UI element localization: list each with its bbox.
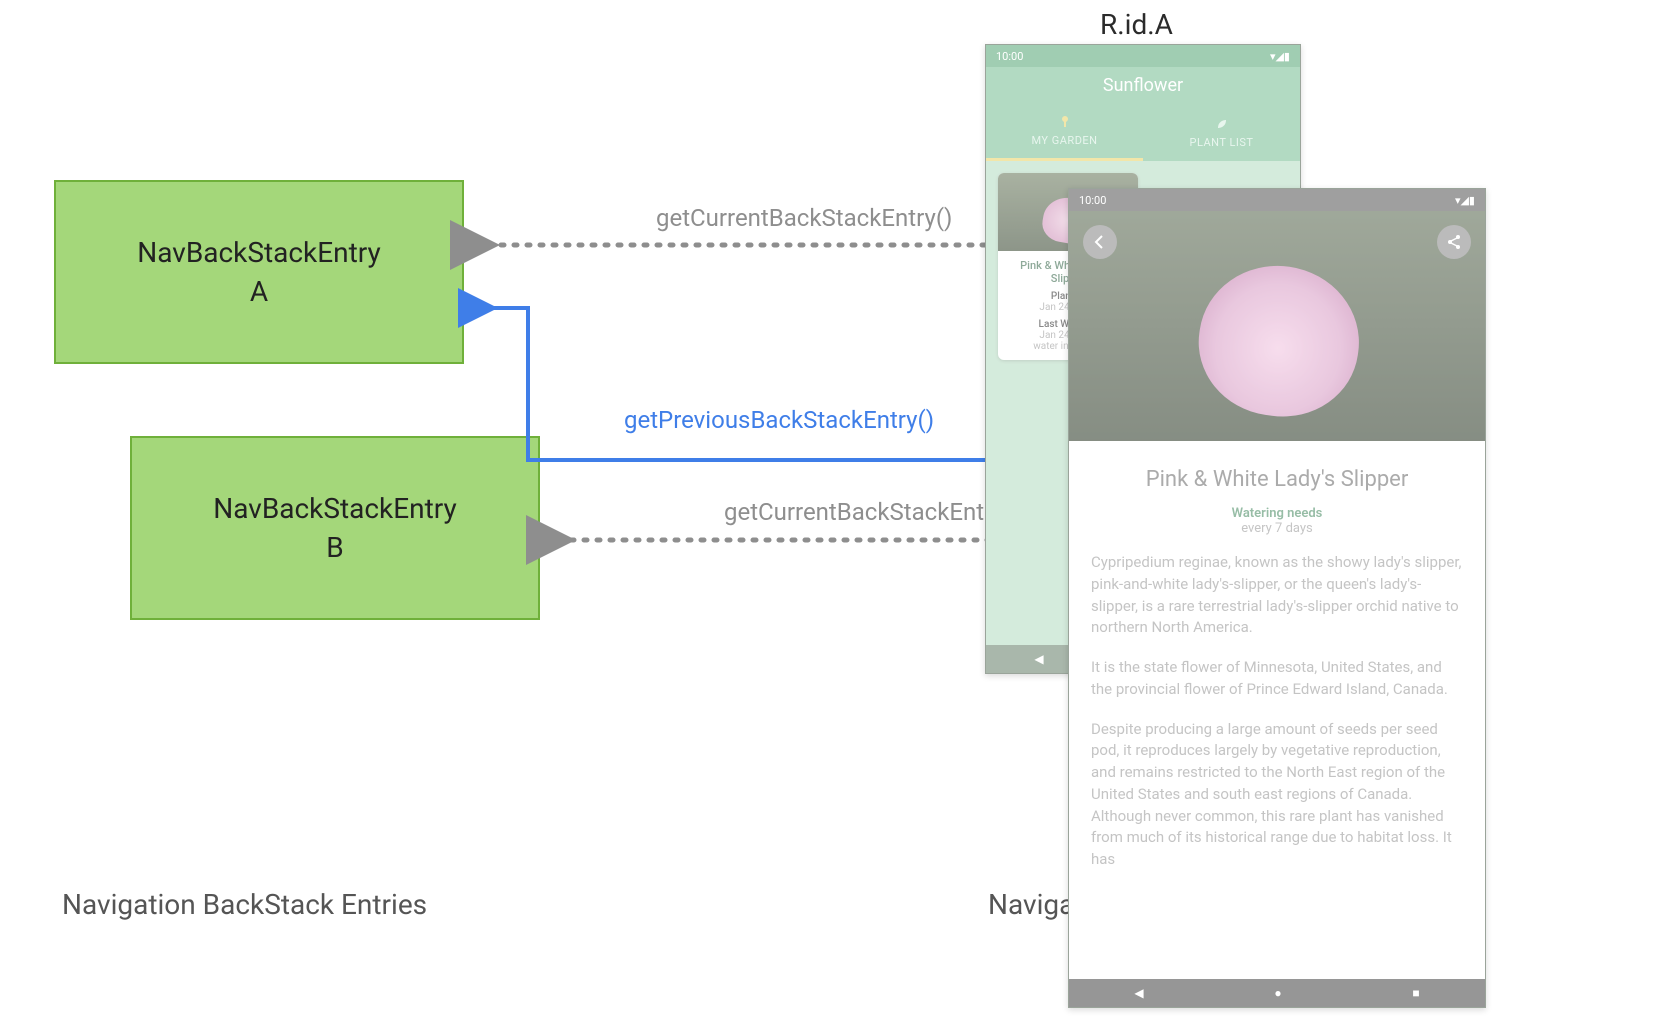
plant-hero-image [1069,211,1485,441]
flower-icon [1057,114,1073,130]
arrow-previous [490,308,1068,460]
leaf-icon [1214,116,1230,132]
entry-a-subtitle: A [250,272,268,311]
plant-description-p3: Despite producing a large amount of seed… [1091,719,1463,871]
entry-b-subtitle: B [326,528,343,567]
r-id-a-label: R.id.A [1100,8,1173,41]
plant-description-p2: It is the state flower of Minnesota, Uni… [1091,657,1463,701]
app-title: Sunflower [986,67,1300,103]
status-icons: ▾◢▮ [1455,194,1475,207]
get-previous-back-stack-entry-label: getPreviousBackStackEntry() [624,406,934,434]
back-button[interactable] [1083,225,1117,259]
nav-back-stack-entry-b: NavBackStackEntry B [130,436,540,620]
nav-back-icon[interactable]: ◀ [1034,652,1043,666]
entry-a-title: NavBackStackEntry [137,233,380,272]
tab-plant-list[interactable]: PLANT LIST [1143,103,1300,161]
nav-back-icon[interactable]: ◀ [1134,986,1143,1000]
status-bar: 10:00 ▾◢▮ [1069,189,1485,211]
entry-b-title: NavBackStackEntry [213,489,456,528]
watering-needs-value: every 7 days [1091,521,1463,536]
status-time: 10:00 [996,50,1023,63]
nav-recent-icon[interactable]: ■ [1412,986,1419,1000]
status-time: 10:00 [1079,194,1106,207]
tab-plant-list-label: PLANT LIST [1190,136,1254,149]
plant-description-p1: Cypripedium reginae, known as the showy … [1091,552,1463,639]
status-icons: ▾◢▮ [1270,50,1290,63]
plant-detail-title: Pink & White Lady's Slipper [1091,467,1463,492]
tab-my-garden[interactable]: MY GARDEN [986,103,1143,161]
nav-back-stack-entry-a: NavBackStackEntry A [54,180,464,364]
watering-needs-label: Watering needs [1091,506,1463,521]
system-navbar: ◀ ● ■ [1069,979,1485,1007]
get-current-back-stack-entry-b-label: getCurrentBackStackEntry() [724,498,1020,526]
tabs: MY GARDEN PLANT LIST [986,103,1300,161]
get-current-back-stack-entry-a-label: getCurrentBackStackEntry() [656,204,952,232]
phone-b-plant-detail-screen: 10:00 ▾◢▮ Pink & White Lady's Slipper Wa… [1068,188,1486,1008]
plant-detail-body: Pink & White Lady's Slipper Watering nee… [1069,441,1485,979]
nav-home-icon[interactable]: ● [1274,986,1281,1000]
share-button[interactable] [1437,225,1471,259]
status-bar: 10:00 ▾◢▮ [986,45,1300,67]
navigation-back-stack-entries-caption: Navigation BackStack Entries [62,888,427,921]
tab-my-garden-label: MY GARDEN [1031,134,1097,147]
